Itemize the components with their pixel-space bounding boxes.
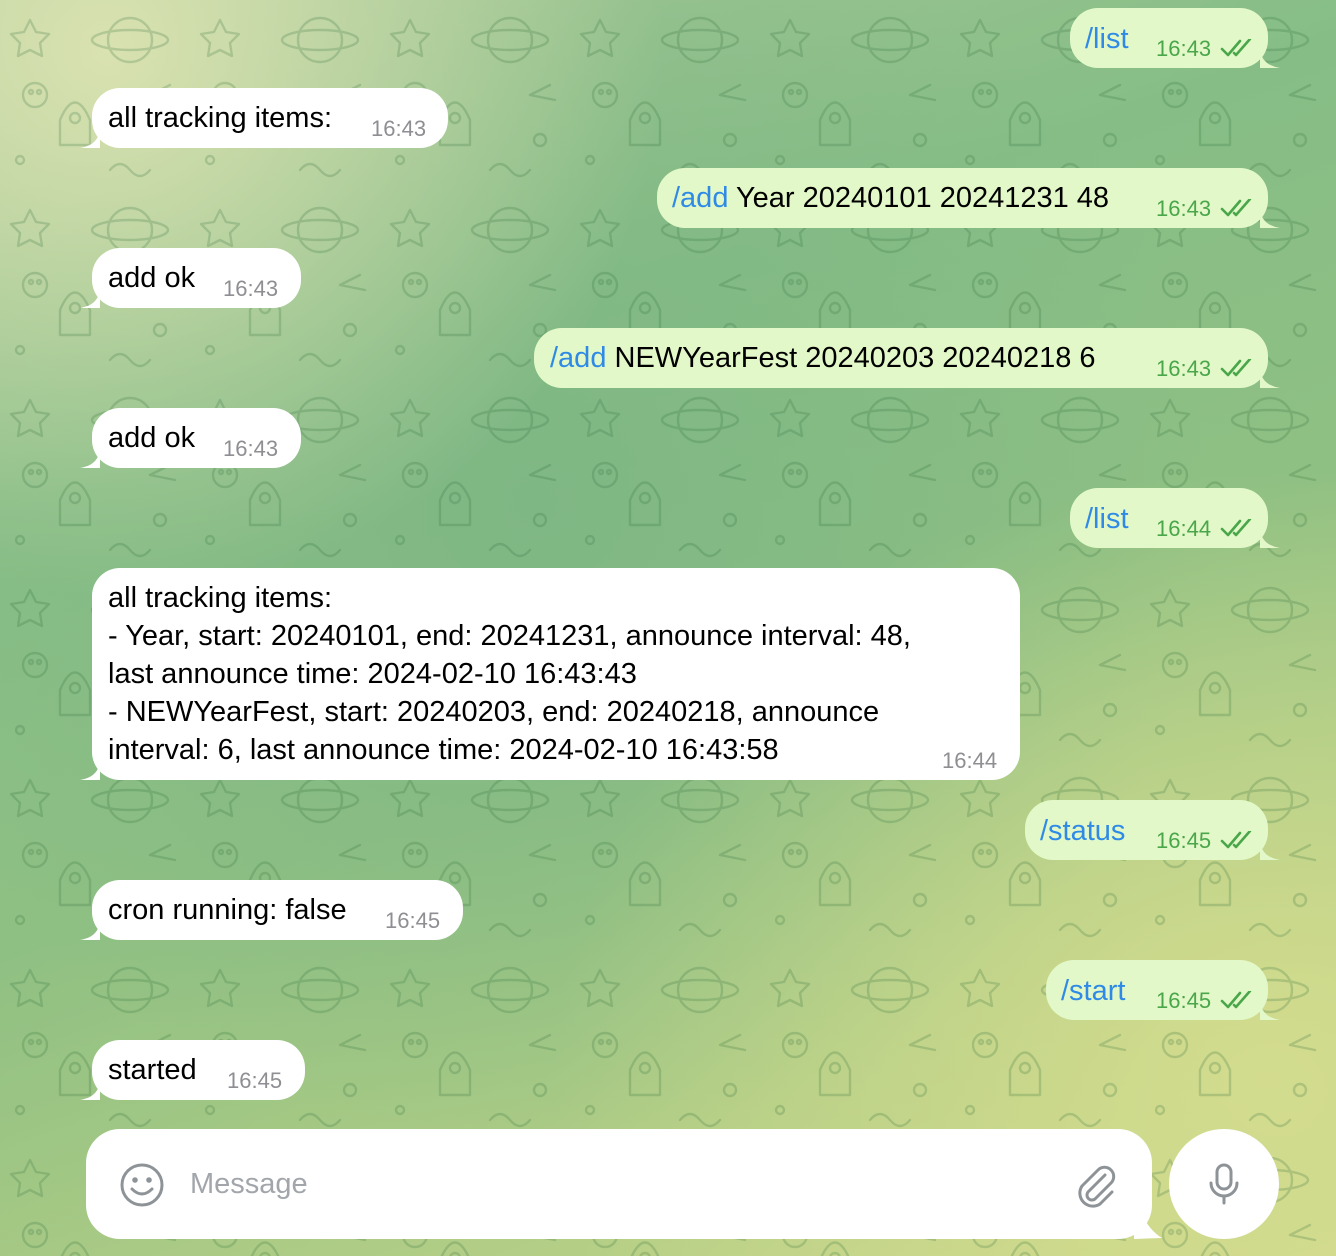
outgoing-message[interactable]: /add NEWYearFest 20240203 20240218 6 16:… [534, 328, 1268, 388]
bubble-tail [1260, 998, 1280, 1020]
message-time: 16:45 [227, 1068, 283, 1093]
bubble-tail [80, 126, 100, 148]
message-time: 16:43 [1156, 196, 1212, 221]
bubble-tail [80, 446, 100, 468]
command-link[interactable]: /list [1085, 23, 1129, 55]
bubble-tail [80, 286, 100, 308]
message-line: - NEWYearFest, start: 20240203, end: 202… [108, 696, 880, 728]
bubble-tail [1260, 206, 1280, 228]
message-time: 16:45 [385, 908, 441, 933]
message-line: - Year, start: 20240101, end: 20241231, … [108, 620, 911, 652]
double-check-icon [1220, 39, 1252, 57]
message-line: interval: 6, last announce time: 2024-02… [108, 734, 779, 766]
message-text: /status [1040, 812, 1125, 850]
message-text: cron running: false [108, 894, 347, 926]
double-check-icon [1220, 519, 1252, 537]
emoji-smile-icon[interactable] [118, 1161, 166, 1209]
message-line: all tracking items: [108, 582, 333, 614]
message-time: 16:44 [1156, 516, 1212, 541]
outgoing-message[interactable]: /start 16:45 [1046, 960, 1268, 1020]
incoming-message[interactable]: add ok 16:43 [92, 248, 301, 308]
message-text: add ok [108, 262, 196, 294]
bubble-tail [80, 1078, 100, 1100]
double-check-icon [1220, 199, 1252, 217]
bubble-tail [1260, 366, 1280, 388]
bubble-tail [1260, 838, 1280, 860]
incoming-message[interactable]: cron running: false 16:45 [92, 880, 463, 940]
composer-tail [1134, 1198, 1162, 1239]
message-line: last announce time: 2024-02-10 16:43:43 [108, 658, 637, 690]
message-time: 16:45 [1156, 988, 1212, 1013]
outgoing-message[interactable]: /status 16:45 [1025, 800, 1268, 860]
message-text: all tracking items: [108, 102, 333, 134]
voice-record-button[interactable] [1169, 1129, 1279, 1239]
outgoing-message[interactable]: /list 16:43 [1070, 8, 1268, 68]
command-link[interactable]: /start [1061, 975, 1125, 1007]
incoming-message[interactable]: started 16:45 [92, 1040, 305, 1100]
message-time: 16:43 [1156, 356, 1212, 381]
paperclip-icon[interactable] [1072, 1160, 1120, 1208]
message-text: started [108, 1054, 197, 1086]
message-time: 16:43 [1156, 36, 1212, 61]
chat-window: /list 16:43 all tracking items: 16:43 /a… [0, 0, 1336, 1256]
command-link[interactable]: /add [672, 182, 728, 214]
message-text: /list [1085, 20, 1129, 58]
message-text: /start [1061, 972, 1125, 1010]
outgoing-message[interactable]: /list 16:44 [1070, 488, 1268, 548]
bubble-tail [1260, 46, 1280, 68]
incoming-message[interactable]: all tracking items: 16:43 [92, 88, 448, 148]
outgoing-message[interactable]: /add Year 20240101 20241231 48 16:43 [657, 168, 1268, 228]
bubble-tail [80, 758, 100, 780]
message-time: 16:43 [223, 276, 279, 301]
message-text: /add NEWYearFest 20240203 20240218 6 [550, 342, 1096, 374]
message-text: add ok [108, 422, 196, 454]
message-time: 16:43 [371, 116, 427, 141]
incoming-message[interactable]: add ok 16:43 [92, 408, 301, 468]
command-link[interactable]: /status [1040, 815, 1125, 847]
bubble-tail [1260, 526, 1280, 548]
message-time: 16:43 [223, 436, 279, 461]
message-time: 16:44 [942, 748, 998, 773]
message-text: /add Year 20240101 20241231 48 [672, 182, 1110, 214]
message-input[interactable] [190, 1160, 1040, 1208]
double-check-icon [1220, 991, 1252, 1009]
bubble-tail [80, 918, 100, 940]
command-link[interactable]: /list [1085, 503, 1129, 535]
double-check-icon [1220, 831, 1252, 849]
microphone-icon [1209, 1163, 1239, 1205]
message-text: /list [1085, 500, 1129, 538]
message-time: 16:45 [1156, 828, 1212, 853]
incoming-message[interactable]: all tracking items: - Year, start: 20240… [92, 568, 1020, 780]
double-check-icon [1220, 359, 1252, 377]
command-link[interactable]: /add [550, 342, 606, 374]
